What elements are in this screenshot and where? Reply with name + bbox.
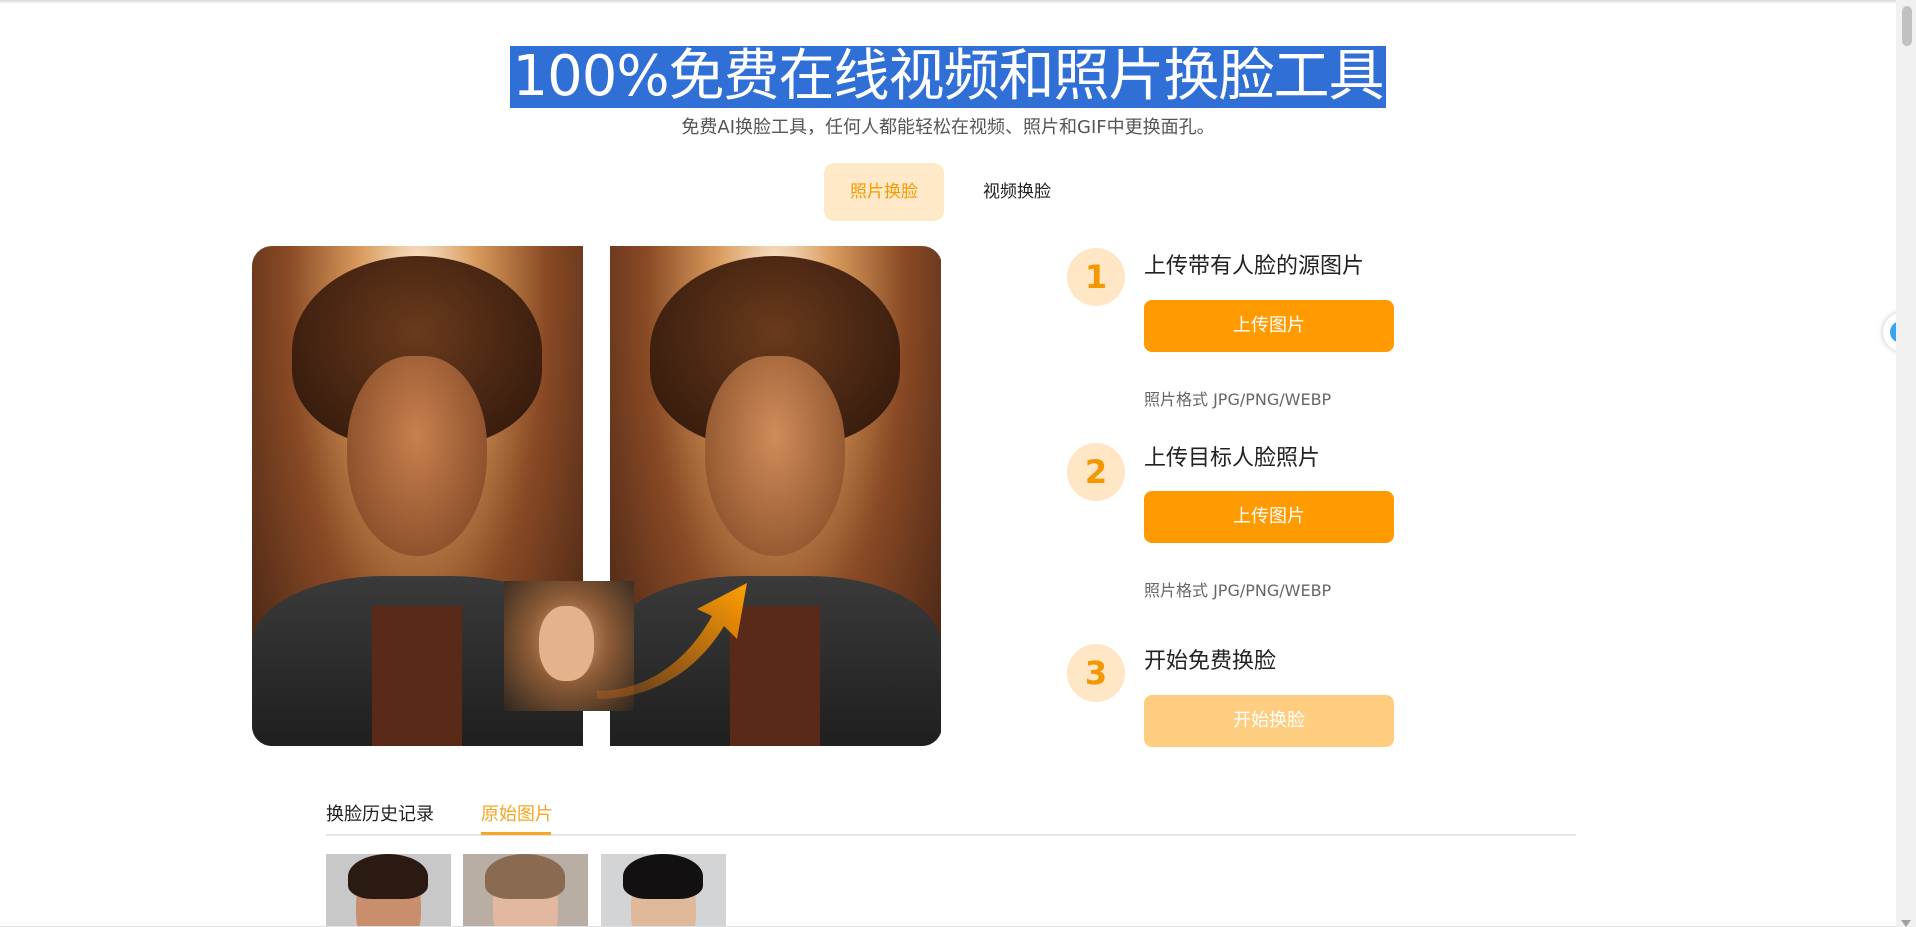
- step-1-title: 上传带有人脸的源图片: [1144, 254, 1365, 279]
- title-container: 100%免费在线视频和照片换脸工具: [0, 46, 1896, 108]
- step-3-number: 3: [1067, 644, 1125, 702]
- scrollbar-thumb[interactable]: [1902, 6, 1912, 46]
- original-image-thumbnail[interactable]: [601, 854, 726, 927]
- step-1-number: 1: [1067, 248, 1125, 306]
- tab-video-faceswap[interactable]: 视频换脸: [976, 163, 1058, 221]
- upload-target-button[interactable]: 上传图片: [1144, 491, 1394, 543]
- browser-top-shadow: [0, 0, 1896, 4]
- step-3-title: 开始免费换脸: [1144, 649, 1277, 674]
- upload-source-button[interactable]: 上传图片: [1144, 300, 1394, 352]
- step-2-format-hint: 照片格式 JPG/PNG/WEBP: [1144, 581, 1332, 600]
- page-title: 100%免费在线视频和照片换脸工具: [510, 44, 1386, 109]
- original-image-thumbnail[interactable]: [463, 854, 588, 927]
- start-swap-button[interactable]: 开始换脸: [1144, 695, 1394, 747]
- example-preview-image: [252, 246, 942, 746]
- step-1-format-hint: 照片格式 JPG/PNG/WEBP: [1144, 390, 1332, 409]
- step-2-title: 上传目标人脸照片: [1144, 446, 1321, 471]
- original-image-thumbnail[interactable]: [326, 854, 451, 927]
- step-2-number: 2: [1067, 443, 1125, 501]
- tab-photo-faceswap[interactable]: 照片换脸: [824, 163, 944, 221]
- tab-swap-history[interactable]: 换脸历史记录: [326, 800, 434, 826]
- scroll-down-arrow-icon[interactable]: [1901, 920, 1911, 927]
- vertical-scrollbar[interactable]: [1896, 0, 1916, 927]
- curved-arrow-icon: [597, 583, 747, 699]
- active-tab-indicator: [481, 832, 551, 835]
- page-subtitle: 免费AI换脸工具，任何人都能轻松在视频、照片和GIF中更换面孔。: [681, 117, 1215, 138]
- tab-original-images[interactable]: 原始图片: [481, 800, 553, 826]
